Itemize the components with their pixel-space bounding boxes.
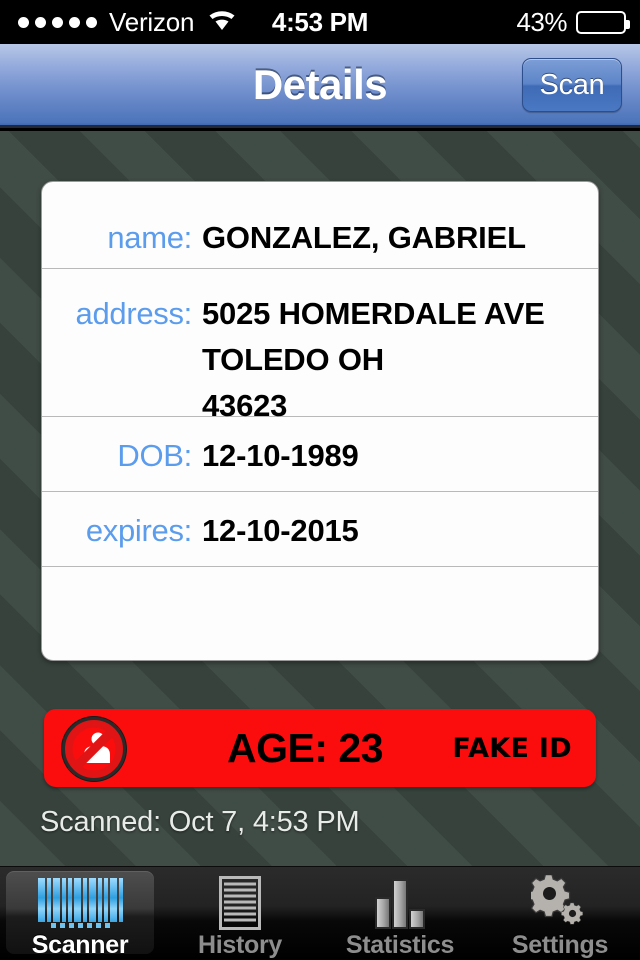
tab-bar: Scanner History Statistics Settings: [0, 866, 640, 960]
detail-value-address-line-2: TOLEDO OH: [202, 342, 384, 377]
content-area: name: GONZALEZ, GABRIEL address: 5025 HO…: [0, 131, 640, 866]
barcode-icon: [37, 875, 123, 931]
detail-value-name: GONZALEZ, GABRIEL: [202, 220, 586, 256]
tab-settings[interactable]: Settings: [480, 867, 640, 960]
detail-value-expires: 12-10-2015: [202, 513, 586, 549]
battery-icon: [576, 10, 630, 34]
scanned-timestamp: Scanned: Oct 7, 4:53 PM: [40, 806, 360, 838]
list-lines-icon: [219, 875, 261, 931]
bar-chart-icon: [373, 875, 427, 931]
detail-value-dob-line-1: 12-10-1989: [202, 438, 359, 473]
detail-row-empty: [42, 567, 598, 658]
detail-row-address: address: 5025 HOMERDALE AVE TOLEDO OH 43…: [42, 269, 598, 423]
detail-value-dob: 12-10-1989: [202, 438, 586, 474]
tab-history-label: History: [197, 931, 283, 959]
alert-fake-id-badge: FAKE ID: [452, 732, 572, 764]
detail-row-expires: expires: 12-10-2015: [42, 492, 598, 567]
detail-label-name: name:: [107, 220, 192, 255]
detail-value-address: 5025 HOMERDALE AVE TOLEDO OH 43623: [202, 296, 586, 434]
tab-statistics-label: Statistics: [345, 931, 455, 959]
navigation-bar: Details Scan: [0, 44, 640, 128]
status-bar: Verizon 4:53 PM 43%: [0, 0, 640, 44]
battery-percent-label: 43%: [516, 6, 567, 37]
tab-scanner-label: Scanner: [31, 931, 129, 959]
gears-icon: [531, 875, 589, 931]
scan-button[interactable]: Scan: [522, 58, 622, 112]
detail-value-name-line-1: GONZALEZ, GABRIEL: [202, 220, 526, 255]
app-screen: Verizon 4:53 PM 43% Details Scan name: G…: [0, 0, 640, 960]
alert-banner: AGE: 23 FAKE ID: [44, 709, 596, 787]
tab-statistics[interactable]: Statistics: [320, 867, 480, 960]
tab-history[interactable]: History: [160, 867, 320, 960]
tab-settings-label: Settings: [511, 931, 609, 959]
detail-value-address-line-3: 43623: [202, 388, 288, 423]
detail-value-address-line-1: 5025 HOMERDALE AVE: [202, 296, 545, 331]
status-bar-right: 43%: [516, 0, 630, 44]
tab-scanner[interactable]: Scanner: [0, 867, 160, 960]
detail-row-name: name: GONZALEZ, GABRIEL: [42, 182, 598, 269]
detail-label-expires: expires:: [85, 513, 192, 548]
detail-label-address: address:: [75, 296, 193, 331]
detail-value-expires-line-1: 12-10-2015: [202, 513, 359, 548]
id-details-card: name: GONZALEZ, GABRIEL address: 5025 HO…: [41, 181, 599, 661]
detail-label-dob: DOB:: [117, 438, 192, 473]
